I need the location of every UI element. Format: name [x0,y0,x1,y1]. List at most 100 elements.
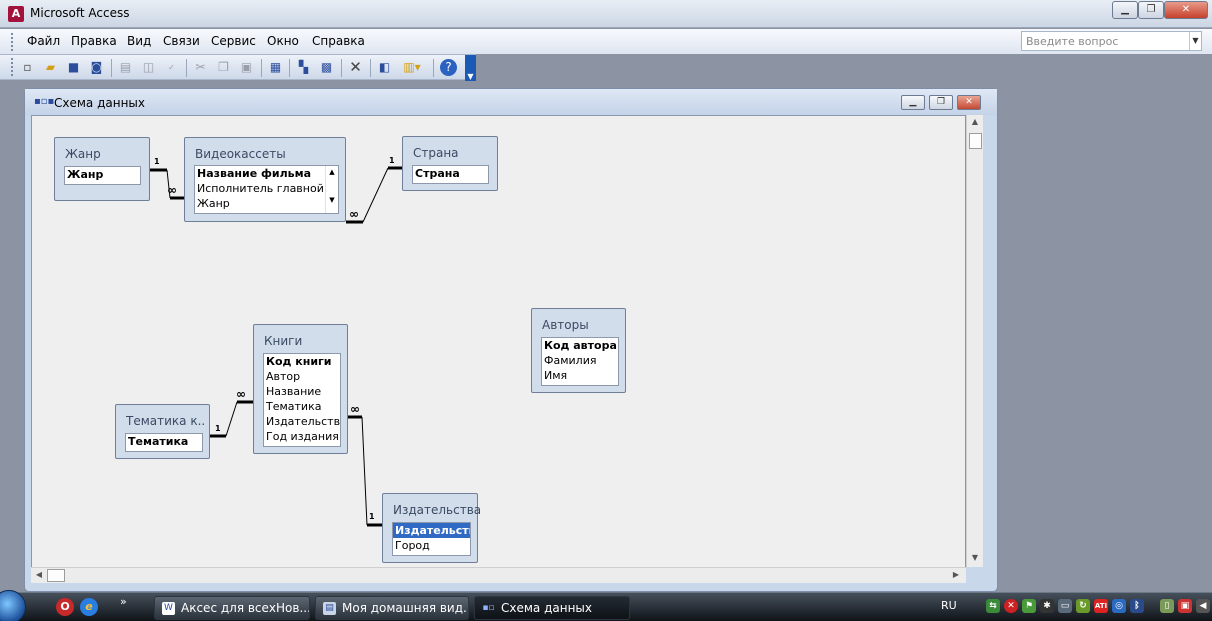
print-icon[interactable]: ▤ [117,59,134,76]
field-list[interactable]: Название фильма Исполнитель главной ро Ж… [194,165,339,214]
tray-device-icon[interactable]: ▯ [1160,599,1174,613]
quicklaunch-more-icon[interactable]: » [120,595,127,608]
tray-wireless-icon[interactable]: ◎ [1112,599,1126,613]
tray-bug-icon[interactable]: ✱ [1040,599,1054,613]
field-item[interactable]: Код автора [542,338,618,353]
child-close-button[interactable]: ✕ [957,95,981,110]
office-links-icon[interactable]: ◧ [376,59,393,76]
relationships-canvas[interactable]: 1 ∞ ∞ 1 1 ∞ ∞ 1 Жанр Жанр Видеокассеты Н… [31,115,966,583]
tray-update-icon[interactable]: ↻ [1076,599,1090,613]
taskbar-button-relationships[interactable]: ▪▫ Схема данных [474,596,630,620]
tray-bluetooth-icon[interactable]: ᛒ [1130,599,1144,613]
copy-icon[interactable]: ❐ [215,59,232,76]
vertical-scroll-thumb[interactable] [969,133,982,149]
field-item[interactable]: Город [393,538,470,553]
field-list[interactable]: Тематика [125,433,203,452]
minimize-button[interactable]: ▁ [1112,1,1138,19]
table-publishers[interactable]: Издательства Издательство Город [382,493,481,563]
show-direct-icon[interactable]: ▚ [295,59,312,76]
field-item[interactable]: Издательство [264,414,340,429]
table-country[interactable]: Страна Страна [402,136,498,191]
scroll-down-arrow-icon[interactable]: ▼ [967,553,983,562]
opera-icon[interactable]: O [56,598,74,616]
tray-ati-icon[interactable]: ATI [1094,599,1108,613]
table-authors[interactable]: Авторы Код автора Фамилия Имя [531,308,626,393]
taskbar-button-access[interactable]: W Аксес для всехНов... [154,596,310,620]
file-search-icon[interactable]: ◙ [88,59,105,76]
field-item[interactable]: Фамилия [542,353,618,368]
field-list[interactable]: Страна [412,165,489,184]
new-object-icon[interactable]: ▥▾ [399,59,425,76]
scroll-up-arrow-icon[interactable]: ▲ [967,117,983,126]
cut-icon[interactable]: ✂ [192,59,209,76]
field-item[interactable]: Имя [542,368,618,383]
field-item[interactable]: Код книги [264,354,340,369]
spelling-icon[interactable]: ✓ [163,59,180,76]
field-item[interactable]: Тематика [126,434,202,449]
table-books[interactable]: Книги Код книги Автор Название Тематика … [253,324,348,454]
table-topics[interactable]: Тематика к... Тематика [115,404,210,459]
menu-edit[interactable]: Правка [71,34,117,48]
help-icon[interactable]: ? [440,59,457,76]
language-indicator[interactable]: RU [941,599,957,612]
delete-icon[interactable]: ✕ [347,59,364,76]
field-list[interactable]: Код автора Фамилия Имя [541,337,619,386]
child-restore-button[interactable]: ❐ [929,95,953,110]
horizontal-scrollbar[interactable]: ◀ ▶ [31,567,966,583]
field-list[interactable]: Код книги Автор Название Тематика Издате… [263,353,341,447]
new-icon[interactable]: ▫ [19,59,36,76]
menu-relationships[interactable]: Связи [163,34,200,48]
toolbar-options-icon[interactable]: ▼ [465,55,476,81]
close-button[interactable]: ✕ [1164,1,1208,19]
save-icon[interactable]: ■ [65,59,82,76]
relationships-window-titlebar[interactable]: ▪▫▪ Схема данных ▁ ❐ ✕ [25,89,997,115]
help-dropdown-icon[interactable]: ▼ [1189,32,1201,50]
table-zhanr[interactable]: Жанр Жанр [54,137,150,201]
tray-antivirus-icon[interactable]: ✕ [1004,599,1018,613]
scroll-left-arrow-icon[interactable]: ◀ [31,570,47,579]
field-item[interactable]: Год издания [264,429,340,444]
scroll-down-arrow-icon[interactable]: ▼ [326,196,338,204]
menu-window[interactable]: Окно [267,34,299,48]
menu-file[interactable]: Файл [27,34,60,48]
horizontal-scroll-thumb[interactable] [47,569,65,582]
vertical-scrollbar[interactable]: ▲ ▼ [966,115,983,567]
menu-view[interactable]: Вид [127,34,151,48]
field-list[interactable]: Издательство Город [392,522,471,556]
field-item-selected[interactable]: Издательство [393,523,470,538]
field-item[interactable]: Исполнитель главной ро [195,181,338,196]
restore-button[interactable]: ❐ [1138,1,1164,19]
table-title: Жанр [65,147,101,161]
tray-security-icon[interactable]: ⚑ [1022,599,1036,613]
field-item[interactable]: Жанр [65,167,140,182]
toolbar-grip[interactable] [11,58,14,76]
tray-network-icon[interactable]: ⇆ [986,599,1000,613]
field-item[interactable]: Тематика [264,399,340,414]
taskbar-button-database[interactable]: ▤ Моя домашняя вид... [315,596,469,620]
field-item[interactable]: Страна [413,166,488,181]
open-icon[interactable]: ▰ [42,59,59,76]
menu-grip[interactable] [11,33,14,51]
field-item[interactable]: Автор [264,369,340,384]
scroll-up-arrow-icon[interactable]: ▲ [326,168,338,176]
scroll-right-arrow-icon[interactable]: ▶ [948,570,964,579]
paste-icon[interactable]: ▣ [238,59,255,76]
tray-network-status-icon[interactable]: ▣ [1178,599,1192,613]
field-item[interactable]: Название фильма [195,166,338,181]
field-list-scrollbar[interactable]: ▲ ▼ [325,166,338,213]
child-minimize-button[interactable]: ▁ [901,95,925,110]
ie-icon[interactable]: e [80,598,98,616]
field-item[interactable]: Название [264,384,340,399]
help-question-input[interactable]: Введите вопрос ▼ [1021,31,1202,51]
menu-tools[interactable]: Сервис [211,34,256,48]
show-all-icon[interactable]: ▩ [318,59,335,76]
start-button[interactable] [0,590,26,621]
tray-volume-icon[interactable]: ◀ [1196,599,1210,613]
show-table-icon[interactable]: ▦ [267,59,284,76]
print-preview-icon[interactable]: ◫ [140,59,157,76]
table-videocassettes[interactable]: Видеокассеты Название фильма Исполнитель… [184,137,346,222]
field-list[interactable]: Жанр [64,166,141,185]
tray-monitor-icon[interactable]: ▭ [1058,599,1072,613]
menu-help[interactable]: Справка [312,34,365,48]
field-item[interactable]: Жанр [195,196,338,211]
